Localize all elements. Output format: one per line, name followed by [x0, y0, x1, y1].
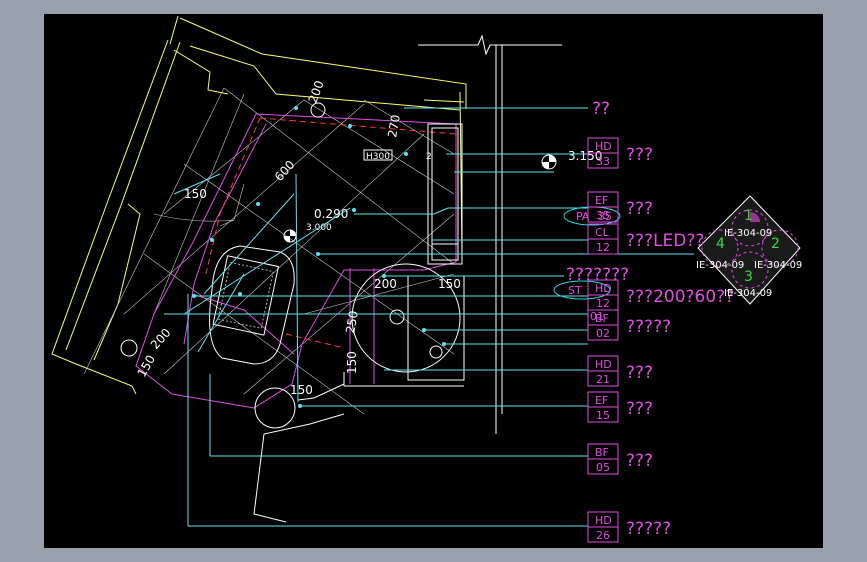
pa-number: 35: [598, 210, 612, 223]
round-fixtures: [120, 102, 461, 429]
tag-2: CL 12 ???LED??: [587, 223, 704, 255]
tag-code: HD: [595, 358, 612, 371]
tag-description: ???: [626, 399, 653, 419]
detail-number-3: 3: [744, 269, 753, 285]
level-mark-right: 3.150: [541, 149, 602, 170]
tag-description: ???: [626, 363, 653, 383]
tag-code: HD: [595, 514, 612, 527]
svg-text:H300: H300: [366, 152, 390, 162]
tag-code: HD: [595, 282, 612, 295]
tag-number: 02: [596, 327, 610, 340]
dim-150: 150: [184, 187, 207, 201]
dim-150e: 150: [438, 277, 461, 291]
tag-code: EF: [595, 194, 608, 207]
tag-6: EF 15???: [587, 391, 653, 423]
tag-code: EF: [595, 394, 608, 407]
tag-code: HD: [595, 140, 612, 153]
leader-lines: [164, 106, 694, 527]
dim-150c: 150: [290, 383, 313, 397]
tag-number: 26: [596, 529, 610, 542]
dim-250: 250: [343, 310, 361, 335]
tag-description: ???: [626, 199, 653, 219]
tag-description: ???200?60??: [626, 287, 734, 307]
tag-number: 05: [596, 461, 610, 474]
tag-number: 21: [596, 373, 610, 386]
detail-ref-top: IE-304-09: [724, 228, 772, 239]
bathtub: [209, 245, 295, 365]
tag-number: 33: [596, 155, 610, 168]
cabinet: [253, 123, 465, 523]
tag-description: ???LED??: [626, 231, 704, 251]
tag-8: HD 26?????: [587, 511, 671, 543]
detail-number-1: 1: [744, 208, 753, 224]
tag-5: HD 21???: [587, 355, 653, 387]
dim-600: 600: [272, 158, 298, 184]
dim-270: 270: [385, 114, 403, 139]
tag-description: ?????: [626, 317, 671, 337]
st-number: 01: [590, 310, 604, 323]
tag-number: 12: [596, 241, 610, 254]
floor-plan-drawing: H300 2 600 200 150 200 150 150 150 200 1…: [51, 15, 802, 543]
dim-200: 200: [306, 79, 327, 105]
tag-description: ?????: [626, 519, 671, 539]
plan-labels: H300 2: [363, 149, 432, 162]
dim-150d: 150: [345, 351, 359, 374]
detail-ref-right: IE-304-09: [754, 260, 802, 271]
dim-200c: 200: [374, 277, 397, 291]
break-line: [418, 34, 562, 434]
tag-code: BF: [595, 446, 609, 459]
callout-top: ??: [592, 99, 610, 119]
tag-number: 15: [596, 409, 610, 422]
dim-200b: 200: [148, 326, 174, 352]
tag-code: CL: [595, 226, 610, 239]
dim-0290: 0.290: [314, 207, 348, 221]
detail-ref-left: IE-304-09: [696, 260, 744, 271]
tag-list: HD 33 ??? EF 35 ??? CL 12 ???LED?? HD 12 ???200?60?…: [587, 137, 734, 543]
cad-drawing-canvas: H300 2 600 200 150 200 150 150 150 200 1…: [44, 14, 823, 548]
svg-text:2: 2: [426, 152, 432, 162]
detail-ref-bottom: IE-304-09: [724, 288, 772, 299]
tag-description: ???: [626, 145, 653, 165]
detail-number-2: 2: [771, 236, 780, 252]
tag-number: 12: [596, 297, 610, 310]
tag-3: HD 12 ???200?60??: [587, 279, 734, 311]
st-code: ST: [568, 284, 582, 297]
tag-0: HD 33???: [587, 137, 653, 169]
tag-7: BF 05???: [587, 443, 653, 475]
dim-150b: 150: [134, 353, 158, 380]
level-mark-left: [283, 229, 297, 243]
tag-description: ???: [626, 451, 653, 471]
